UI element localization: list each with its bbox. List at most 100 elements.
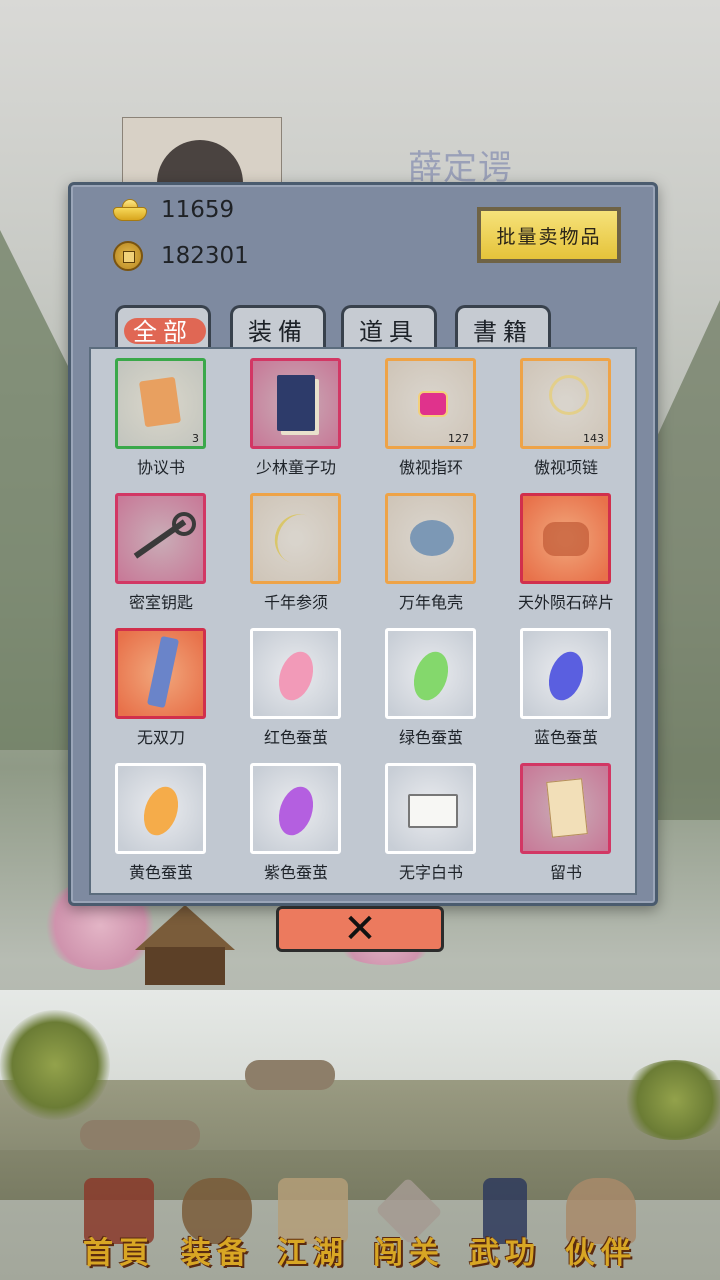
coin-row: 182301 bbox=[113, 241, 249, 271]
item-slot[interactable]: 紫色蚕茧 bbox=[226, 758, 346, 883]
key-bow bbox=[172, 512, 196, 536]
item-slot[interactable]: 无双刀 bbox=[91, 623, 211, 748]
item-slot[interactable]: 绿色蚕茧 bbox=[361, 623, 481, 748]
item-name: 紫色蚕茧 bbox=[263, 863, 328, 882]
gold-row: 11659 bbox=[113, 197, 234, 223]
item-name: 协议书 bbox=[136, 458, 185, 477]
item-name: 少林童子功 bbox=[255, 458, 336, 477]
item-name: 红色蚕茧 bbox=[263, 728, 328, 747]
close-button[interactable]: ✕ bbox=[276, 906, 444, 952]
item-name: 无双刀 bbox=[136, 728, 185, 747]
item-frame bbox=[250, 358, 341, 449]
necklace-icon bbox=[549, 375, 589, 415]
gold-ingot-icon bbox=[113, 199, 147, 221]
yellow-cocoon-icon bbox=[138, 782, 184, 840]
bulk-sell-button[interactable]: 批量卖物品 bbox=[477, 207, 621, 263]
nav-label: 首頁 bbox=[83, 1236, 155, 1271]
item-frame bbox=[385, 628, 476, 719]
item-name: 绿色蚕茧 bbox=[398, 728, 463, 747]
item-count: 143 bbox=[583, 432, 604, 445]
meteorite-icon bbox=[543, 522, 589, 556]
item-name: 千年参须 bbox=[263, 593, 328, 612]
tab-books[interactable]: 書籍 bbox=[455, 305, 551, 351]
item-slot[interactable]: 3 协议书 bbox=[91, 353, 211, 478]
open-book-icon bbox=[408, 794, 458, 828]
item-slot[interactable]: 蓝色蚕茧 bbox=[496, 623, 616, 748]
gold-amount: 11659 bbox=[161, 197, 235, 223]
item-name: 蓝色蚕茧 bbox=[533, 728, 598, 747]
item-name: 傲视项链 bbox=[533, 458, 598, 477]
item-frame bbox=[115, 493, 206, 584]
nav-label: 闯关 bbox=[373, 1236, 445, 1271]
item-frame: 143 bbox=[520, 358, 611, 449]
nav-label: 江湖 bbox=[277, 1236, 349, 1271]
red-cocoon-icon bbox=[273, 647, 319, 705]
item-name: 留书 bbox=[549, 863, 582, 882]
letter-icon bbox=[546, 778, 588, 838]
item-grid: 3 协议书 少林童子功 127 傲视指环 143 傲视项链 密室钥匙 千年参须 … bbox=[89, 347, 637, 895]
item-slot[interactable]: 密室钥匙 bbox=[91, 488, 211, 613]
item-slot[interactable]: 天外陨石碎片 bbox=[496, 488, 616, 613]
rock bbox=[80, 1120, 200, 1150]
nav-label: 武功 bbox=[469, 1236, 541, 1271]
nav-equipment[interactable]: 装备 bbox=[162, 1172, 272, 1272]
item-frame bbox=[385, 493, 476, 584]
purple-cocoon-icon bbox=[273, 782, 319, 840]
item-slot[interactable]: 无字白书 bbox=[361, 758, 481, 883]
item-slot[interactable]: 万年龟壳 bbox=[361, 488, 481, 613]
item-slot[interactable]: 千年参须 bbox=[226, 488, 346, 613]
coin-amount: 182301 bbox=[161, 243, 249, 269]
item-frame bbox=[520, 493, 611, 584]
shrub bbox=[620, 1060, 720, 1140]
item-frame bbox=[115, 763, 206, 854]
bottom-nav: 首頁 装备 江湖 闯关 武功 伙伴 bbox=[0, 1160, 720, 1280]
item-name: 天外陨石碎片 bbox=[517, 593, 614, 612]
item-frame bbox=[115, 628, 206, 719]
item-slot[interactable]: 留书 bbox=[496, 758, 616, 883]
item-count: 127 bbox=[448, 432, 469, 445]
item-frame bbox=[250, 763, 341, 854]
item-slot[interactable]: 127 傲视指环 bbox=[361, 353, 481, 478]
item-frame bbox=[250, 628, 341, 719]
item-name: 无字白书 bbox=[398, 863, 463, 882]
tab-all[interactable]: 全部 bbox=[115, 305, 211, 351]
ring-icon bbox=[418, 391, 448, 417]
item-name: 傲视指环 bbox=[398, 458, 463, 477]
nav-home[interactable]: 首頁 bbox=[64, 1172, 174, 1272]
item-frame bbox=[385, 763, 476, 854]
nav-martial-arts[interactable]: 武功 bbox=[450, 1172, 560, 1272]
turtle-shell-icon bbox=[410, 520, 454, 556]
nav-label: 装备 bbox=[181, 1236, 253, 1271]
item-slot[interactable]: 143 傲视项链 bbox=[496, 353, 616, 478]
item-frame bbox=[520, 763, 611, 854]
nav-label: 伙伴 bbox=[565, 1236, 637, 1271]
item-frame: 3 bbox=[115, 358, 206, 449]
rock bbox=[245, 1060, 335, 1090]
green-cocoon-icon bbox=[408, 647, 454, 705]
nav-jianghu[interactable]: 江湖 bbox=[258, 1172, 368, 1272]
tab-props[interactable]: 道具 bbox=[341, 305, 437, 351]
item-slot[interactable]: 少林童子功 bbox=[226, 353, 346, 478]
item-frame bbox=[250, 493, 341, 584]
copper-coin-icon bbox=[113, 241, 143, 271]
nav-companions[interactable]: 伙伴 bbox=[546, 1172, 656, 1272]
book-icon bbox=[277, 375, 315, 431]
document-icon bbox=[138, 376, 182, 428]
ginseng-icon bbox=[267, 507, 330, 571]
item-slot[interactable]: 红色蚕茧 bbox=[226, 623, 346, 748]
item-name: 密室钥匙 bbox=[128, 593, 193, 612]
hut-building bbox=[135, 905, 235, 985]
saber-icon bbox=[146, 635, 180, 709]
pine-tree bbox=[0, 1010, 110, 1120]
item-name: 黄色蚕茧 bbox=[128, 863, 193, 882]
item-frame bbox=[520, 628, 611, 719]
blue-cocoon-icon bbox=[543, 647, 589, 705]
nav-challenge[interactable]: 闯关 bbox=[354, 1172, 464, 1272]
item-count: 3 bbox=[192, 432, 199, 445]
item-name: 万年龟壳 bbox=[398, 593, 463, 612]
close-icon: ✕ bbox=[343, 906, 377, 952]
tab-equipment[interactable]: 装備 bbox=[230, 305, 326, 351]
item-slot[interactable]: 黄色蚕茧 bbox=[91, 758, 211, 883]
item-frame: 127 bbox=[385, 358, 476, 449]
inventory-panel: 11659 182301 批量卖物品 全部 装備 道具 書籍 3 协议书 少林童… bbox=[68, 182, 658, 906]
